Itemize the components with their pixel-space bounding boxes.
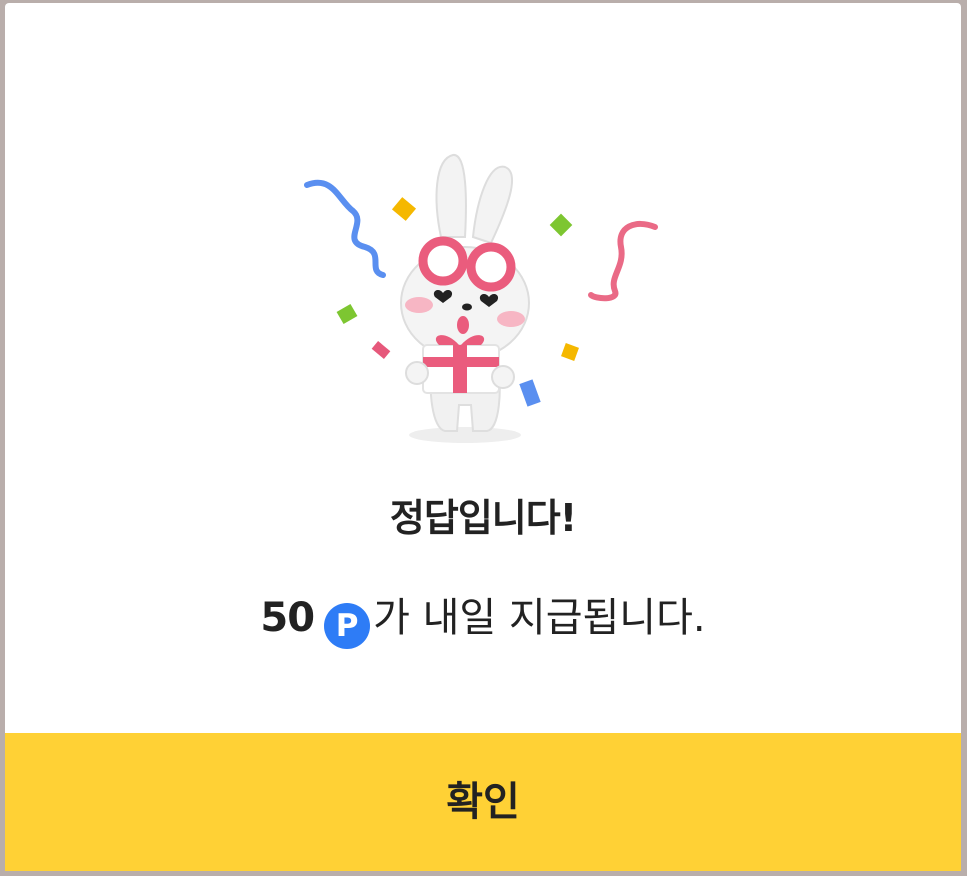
point-icon: P bbox=[324, 603, 371, 649]
reward-message: 50 P 가 내일 지급됩니다. bbox=[5, 591, 961, 649]
dialog-title: 정답입니다! bbox=[389, 496, 577, 540]
rabbit-with-gift-icon bbox=[295, 143, 675, 453]
reward-dialog: 정답입니다! 50 P 가 내일 지급됩니다. 확인 bbox=[5, 3, 961, 871]
reward-message-text: 가 내일 지급됩니다. bbox=[373, 595, 706, 641]
reward-amount: 50 bbox=[260, 595, 315, 641]
confirm-button[interactable]: 확인 bbox=[5, 733, 961, 871]
